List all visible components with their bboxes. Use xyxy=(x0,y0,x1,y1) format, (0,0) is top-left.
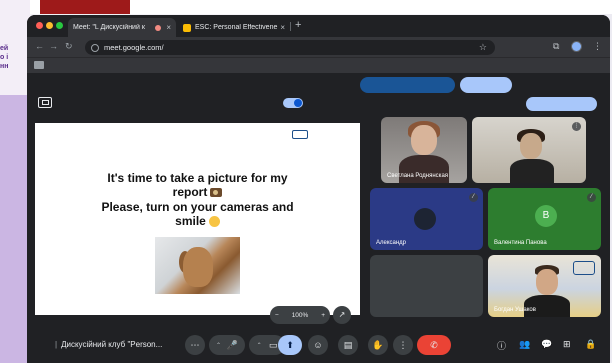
tab-esc-slides[interactable]: ESC: Personal Effectivene × xyxy=(178,18,290,37)
browser-menu-icon[interactable]: ⋮ xyxy=(593,41,602,52)
participant-tile-3[interactable]: ⁄ Александр xyxy=(370,188,483,250)
url-text: meet.google.com/ xyxy=(104,43,164,52)
meet-control-bar: | Дискусійний клуб "Person... ⋯ ⌃ 🎤 ⌃ ▭ ⬆… xyxy=(27,325,610,363)
profile-avatar[interactable] xyxy=(571,41,582,52)
presentation-action-button[interactable] xyxy=(526,97,597,111)
present-button[interactable]: ⬆ xyxy=(278,335,302,355)
muted-mic-icon: ⁄ xyxy=(469,193,478,202)
microphone-control[interactable]: ⌃ 🎤 xyxy=(209,335,245,355)
maximize-window-button[interactable] xyxy=(56,22,63,29)
share-screen-options-button[interactable]: ↗ xyxy=(333,306,351,324)
participant-name: Александр xyxy=(376,240,407,246)
participant-body xyxy=(524,295,570,317)
minimize-window-button[interactable] xyxy=(46,22,53,29)
participant-name: Валентина Панова xyxy=(494,240,547,246)
participant-thumbnail xyxy=(414,208,436,230)
close-tab-icon[interactable]: × xyxy=(280,23,285,32)
participant-tile-4[interactable]: B ⁄ Валентина Панова xyxy=(488,188,601,250)
meeting-title: | Дискусійний клуб "Person... xyxy=(55,340,163,349)
participant-name: Светлана Роднянская xyxy=(387,173,449,179)
background-page-header xyxy=(0,0,612,14)
activities-icon[interactable]: ⊞ xyxy=(563,339,571,350)
close-tab-icon[interactable]: × xyxy=(166,23,171,32)
background-panel xyxy=(0,95,30,363)
participant-face xyxy=(536,269,558,295)
participant-tile-6[interactable]: Богдан Ушаков xyxy=(488,255,601,317)
new-tab-button[interactable]: + xyxy=(295,19,301,31)
close-window-button[interactable] xyxy=(36,22,43,29)
bookmark-folder-icon[interactable] xyxy=(34,61,44,69)
slide-line-2: report xyxy=(35,185,360,199)
google-slides-icon xyxy=(183,23,191,32)
participant-tile-1[interactable]: Светлана Роднянская xyxy=(381,117,467,183)
participant-tile-2[interactable]: ⋮ xyxy=(472,117,586,183)
background-text: ей о і нн xyxy=(0,45,9,70)
presentation-bar xyxy=(27,93,610,117)
tab-meet[interactable]: Meet: "L Дискусійний к × xyxy=(68,18,176,37)
raise-hand-button[interactable]: ✋ xyxy=(368,335,388,355)
slide-line-1: It's time to take a picture for my xyxy=(107,171,288,185)
zoom-in-button[interactable]: + xyxy=(321,312,325,319)
participant-face xyxy=(520,133,542,159)
chevron-up-icon[interactable]: ⌃ xyxy=(216,342,221,349)
participant-options-icon[interactable]: ⋮ xyxy=(572,122,581,131)
presentation-icon xyxy=(38,97,52,108)
site-info-icon[interactable] xyxy=(91,43,99,52)
participant-body xyxy=(510,159,554,183)
zoom-control: − 100% + xyxy=(270,306,330,324)
university-logo xyxy=(292,130,352,139)
meet-content: It's time to take a picture for my repor… xyxy=(27,73,610,363)
tab-strip: Meet: "L Дискусійний к × ESC: Personal E… xyxy=(27,15,610,37)
browser-toolbar: ← → ↻ meet.google.com/ ☆ ⧉ ⋮ xyxy=(27,37,610,57)
meet-top-bar xyxy=(27,73,610,93)
muted-mic-icon: ⁄ xyxy=(587,193,596,202)
address-bar[interactable]: meet.google.com/ ☆ xyxy=(85,40,495,55)
emoji-reactions-button[interactable]: ☺ xyxy=(308,335,328,355)
meeting-info-icon[interactable]: ⓘ xyxy=(497,339,506,352)
shared-slide: It's time to take a picture for my repor… xyxy=(35,123,360,315)
chat-icon[interactable]: 💬 xyxy=(541,339,552,350)
zoom-level: 100% xyxy=(291,311,309,319)
reload-button[interactable]: ↻ xyxy=(65,41,73,52)
slide-line-4: smile xyxy=(35,214,360,228)
presentation-toggle[interactable] xyxy=(283,98,303,108)
participant-name: Богдан Ушаков xyxy=(494,307,536,313)
participant-tile-5[interactable] xyxy=(370,255,483,317)
participant-face xyxy=(411,125,437,155)
extensions-icon[interactable]: ⧉ xyxy=(553,41,559,52)
host-controls-icon[interactable]: 🔒 xyxy=(585,339,596,350)
bookmarks-bar xyxy=(27,57,610,73)
university-logo-mark xyxy=(292,130,308,139)
forward-button[interactable]: → xyxy=(49,41,58,51)
browser-window: Meet: "L Дискусійний к × ESC: Personal E… xyxy=(27,15,610,363)
top-banner-button[interactable] xyxy=(460,77,512,93)
dog-photo xyxy=(155,237,240,294)
chevron-up-icon[interactable]: ⌃ xyxy=(257,342,262,349)
people-icon[interactable]: 👥 xyxy=(519,339,530,350)
slide-line-3: Please, turn on your cameras and xyxy=(101,200,294,214)
camera-emoji-icon xyxy=(210,188,223,198)
tab-separator xyxy=(290,22,291,31)
more-actions-button[interactable]: ⋮ xyxy=(393,335,413,355)
microphone-icon[interactable]: 🎤 xyxy=(227,340,238,351)
background-page-left: ей о і нн xyxy=(0,0,30,363)
background-banner xyxy=(40,0,130,14)
zoom-out-button[interactable]: − xyxy=(275,312,279,319)
more-options-button[interactable]: ⋯ xyxy=(185,335,205,355)
camera-icon[interactable]: ▭ xyxy=(269,340,278,351)
recording-indicator-icon xyxy=(155,24,162,31)
participant-avatar: B xyxy=(535,205,557,227)
top-banner-pill[interactable] xyxy=(360,77,455,93)
captions-button[interactable]: ▤ xyxy=(338,335,358,355)
dog-head xyxy=(183,247,213,287)
bookmark-star-icon[interactable]: ☆ xyxy=(479,42,487,53)
leave-call-button[interactable]: ✆ xyxy=(417,335,451,355)
smile-emoji-icon xyxy=(208,216,220,228)
background-logo xyxy=(573,261,595,275)
back-button[interactable]: ← xyxy=(35,41,44,51)
